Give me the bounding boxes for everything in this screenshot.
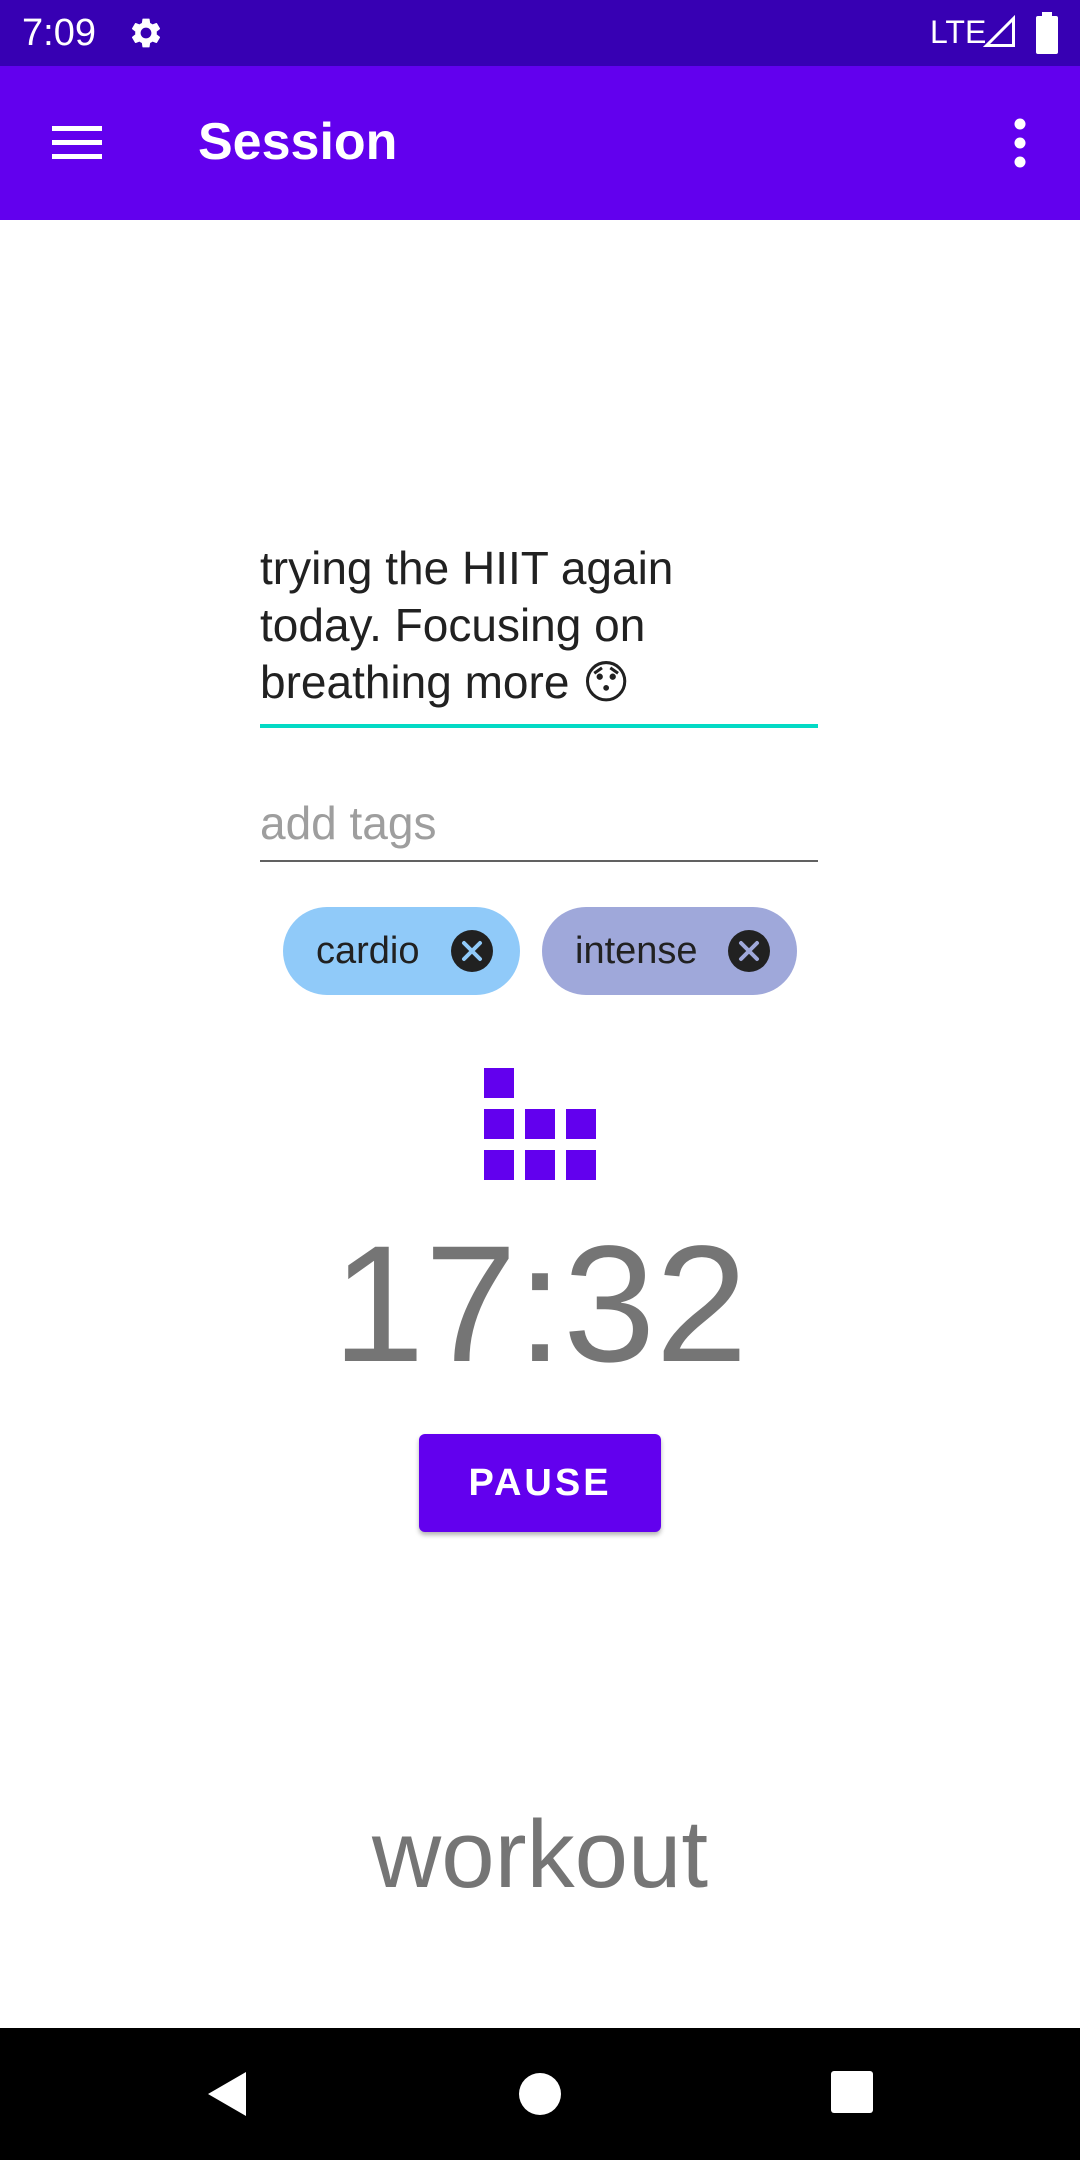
signal-icon bbox=[982, 14, 1015, 47]
activity-label: workout bbox=[371, 1801, 709, 1908]
hamburger-menu-icon[interactable] bbox=[40, 116, 114, 170]
tag-chip-cardio[interactable]: cardio bbox=[283, 907, 520, 995]
equalizer-icon bbox=[484, 1068, 596, 1180]
chip-label: intense bbox=[575, 930, 698, 972]
close-icon[interactable] bbox=[727, 929, 771, 973]
network-type-label: LTE bbox=[930, 14, 987, 50]
session-notes-field[interactable]: trying the HIIT again today. Focusing on… bbox=[260, 540, 818, 730]
notes-underline bbox=[260, 724, 818, 728]
page-title: Session bbox=[198, 113, 398, 171]
session-screen: 7:09 LTE Session trying the HIIT again t… bbox=[0, 0, 1080, 2160]
session-notes-text[interactable]: trying the HIIT again today. Focusing on… bbox=[260, 540, 818, 711]
app-bar: Session bbox=[0, 66, 1080, 220]
back-icon[interactable] bbox=[200, 2068, 252, 2120]
more-vert-icon[interactable] bbox=[1000, 112, 1040, 174]
battery-icon bbox=[1036, 12, 1058, 54]
close-icon[interactable] bbox=[450, 929, 494, 973]
home-icon[interactable] bbox=[514, 2068, 566, 2120]
recents-icon[interactable] bbox=[828, 2068, 876, 2116]
tags-field[interactable] bbox=[260, 790, 818, 864]
system-nav-bar bbox=[0, 2028, 1080, 2160]
tag-chip-intense[interactable]: intense bbox=[542, 907, 797, 995]
add-tags-input[interactable] bbox=[260, 790, 818, 856]
chip-label: cardio bbox=[316, 930, 420, 972]
pause-button[interactable]: PAUSE bbox=[419, 1434, 661, 1532]
tags-underline bbox=[260, 860, 818, 862]
session-timer: 17:32 bbox=[332, 1212, 748, 1397]
gear-icon bbox=[131, 18, 161, 48]
status-bar: 7:09 LTE bbox=[0, 0, 1080, 66]
status-time: 7:09 bbox=[22, 12, 96, 54]
